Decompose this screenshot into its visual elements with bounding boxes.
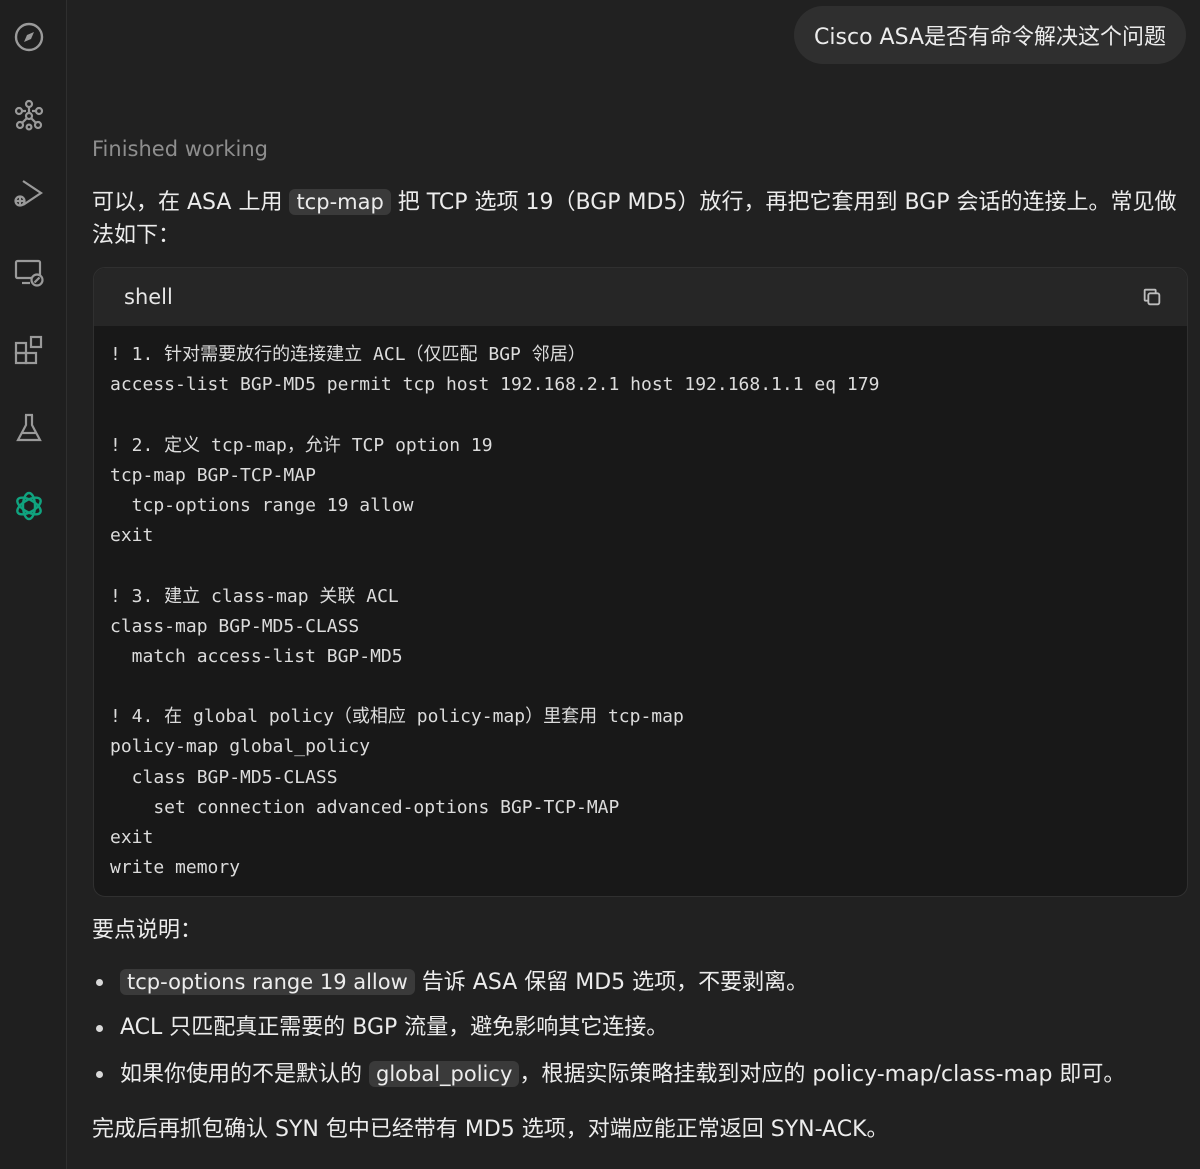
code-line: exit bbox=[110, 827, 154, 848]
points-list: tcp-options range 19 allow 告诉 ASA 保留 MD5… bbox=[92, 962, 1192, 1100]
code-line: ! 3. 建立 class-map 关联 ACL bbox=[110, 585, 399, 607]
list-item: tcp-options range 19 allow 告诉 ASA 保留 MD5… bbox=[92, 962, 1192, 1008]
list-item-text: 告诉 ASA 保留 MD5 选项，不要剥离。 bbox=[414, 970, 809, 995]
extensions-icon[interactable] bbox=[8, 329, 50, 371]
copy-icon[interactable] bbox=[1139, 284, 1165, 310]
code-line: class BGP-MD5-CLASS bbox=[110, 766, 338, 788]
activity-sidebar bbox=[0, 0, 67, 1169]
list-item-text: ，根据实际策略挂载到对应的 policy-map/class-map 即可。 bbox=[519, 1062, 1126, 1087]
code-content: ! 1. 针对需要放行的连接建立 ACL（仅匹配 BGP 邻居） access-l… bbox=[94, 326, 1187, 883]
code-line: tcp-map BGP-TCP-MAP bbox=[110, 464, 316, 486]
assistant-intro: 可以，在 ASA 上用 tcp-map 把 TCP 选项 19（BGP MD5）… bbox=[92, 186, 1192, 252]
user-message-text: Cisco ASA是否有命令解决这个问题 bbox=[814, 25, 1166, 50]
list-item-text: 如果你使用的不是默认的 bbox=[120, 1062, 369, 1087]
user-message-bubble: Cisco ASA是否有命令解决这个问题 bbox=[794, 6, 1186, 64]
inline-code: tcp-options range 19 allow bbox=[120, 969, 415, 995]
intro-text-before: 可以，在 ASA 上用 bbox=[92, 190, 290, 215]
code-line: set connection advanced-options BGP-TCP-… bbox=[110, 796, 620, 818]
closing-text: 完成后再抓包确认 SYN 包中已经带有 MD5 选项，对端应能正常返回 SYN-… bbox=[92, 1117, 889, 1142]
points-heading: 要点说明： bbox=[92, 918, 203, 943]
inline-code: global_policy bbox=[369, 1061, 520, 1087]
inline-code: tcp-map bbox=[289, 189, 391, 215]
code-line: access-list BGP-MD5 permit tcp host 192.… bbox=[110, 374, 880, 396]
flask-icon[interactable] bbox=[8, 407, 50, 449]
code-line: ! 4. 在 global policy（或相应 policy-map）里套用 … bbox=[110, 706, 684, 728]
code-line: tcp-options range 19 allow bbox=[110, 494, 414, 516]
code-language-label: shell bbox=[124, 285, 173, 309]
code-line: ! 1. 针对需要放行的连接建立 ACL（仅匹配 BGP 邻居） bbox=[110, 344, 586, 365]
code-line: policy-map global_policy bbox=[110, 736, 371, 758]
code-line: ! 2. 定义 tcp-map，允许 TCP option 19 bbox=[110, 434, 493, 456]
play-debug-icon[interactable] bbox=[8, 172, 50, 214]
chat-area: Cisco ASA是否有命令解决这个问题 Finished working 可以… bbox=[67, 0, 1200, 1169]
code-line: class-map BGP-MD5-CLASS bbox=[110, 615, 360, 637]
code-block-header: shell bbox=[94, 268, 1187, 326]
list-item: 如果你使用的不是默认的 global_policy ，根据实际策略挂载到对应的 p… bbox=[92, 1054, 1192, 1100]
network-icon[interactable] bbox=[8, 94, 50, 136]
chatgpt-logo-icon[interactable] bbox=[8, 485, 50, 527]
code-block: shell ! 1. 针对需要放行的连接建立 ACL（仅匹配 BGP 邻居） ac… bbox=[93, 267, 1188, 897]
compass-icon[interactable] bbox=[8, 16, 50, 58]
remote-monitor-icon[interactable] bbox=[8, 251, 50, 293]
status-text[interactable]: Finished working bbox=[92, 137, 268, 161]
list-item-text: ACL 只匹配真正需要的 BGP 流量，避免影响其它连接。 bbox=[120, 1015, 669, 1040]
code-line: write memory bbox=[110, 857, 241, 879]
code-line: exit bbox=[110, 525, 154, 547]
list-item: ACL 只匹配真正需要的 BGP 流量，避免影响其它连接。 bbox=[92, 1008, 1192, 1054]
code-line: match access-list BGP-MD5 bbox=[110, 645, 403, 667]
